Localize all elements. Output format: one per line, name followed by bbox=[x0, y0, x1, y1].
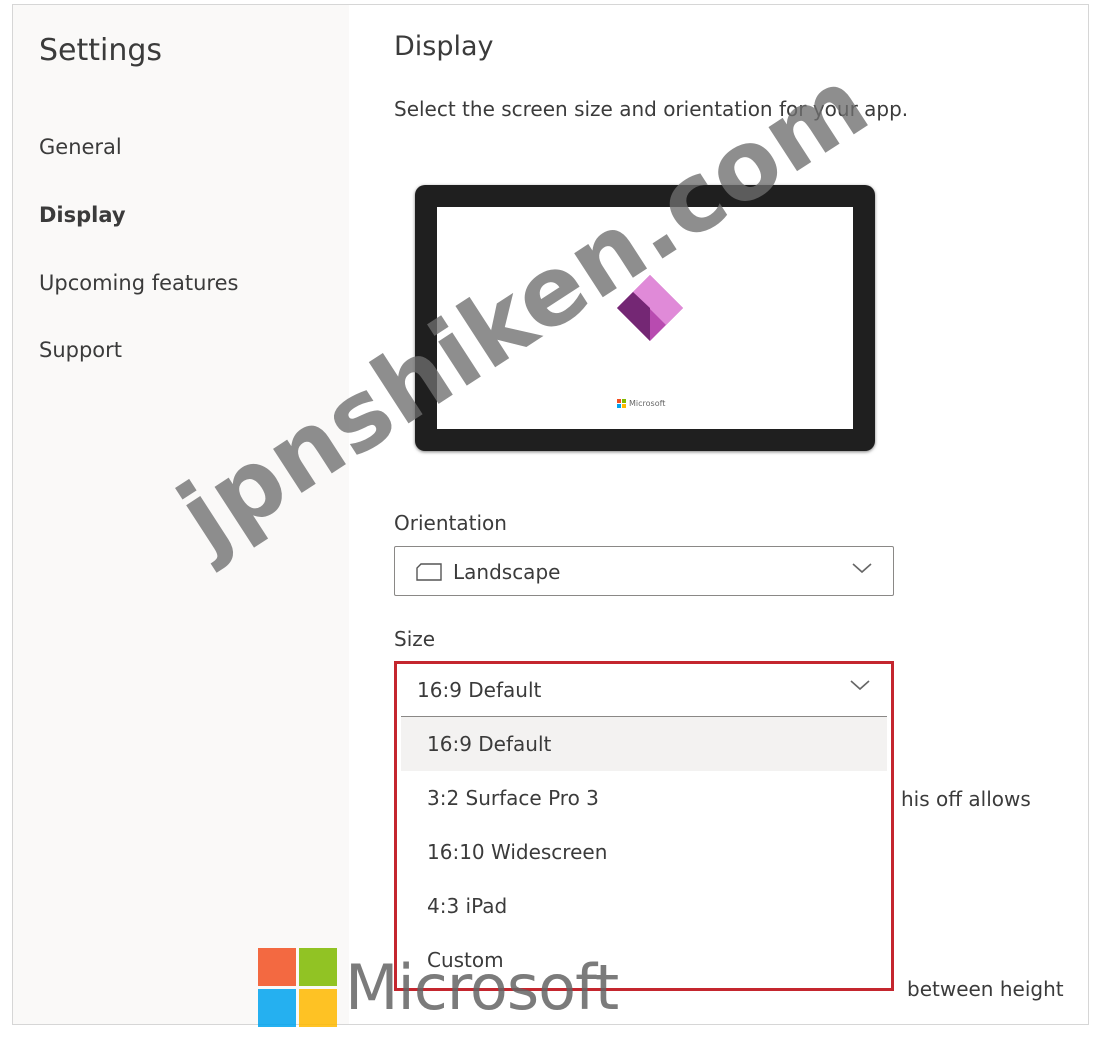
size-option-16-10-widescreen[interactable]: 16:10 Widescreen bbox=[401, 825, 887, 879]
microsoft-logo: Microsoft bbox=[258, 948, 619, 1027]
page-title: Display bbox=[394, 31, 494, 62]
chevron-down-icon bbox=[850, 680, 870, 691]
microsoft-logo-text: Microsoft bbox=[345, 951, 619, 1024]
microsoft-logo-icon bbox=[258, 948, 337, 1027]
size-value: 16:9 Default bbox=[417, 678, 542, 702]
size-option-16-9-default[interactable]: 16:9 Default bbox=[401, 717, 887, 771]
microsoft-mini-icon bbox=[617, 399, 626, 408]
hidden-footer-fragment: between height bbox=[907, 977, 1064, 1001]
size-option-3-2-surface-pro-3[interactable]: 3:2 Surface Pro 3 bbox=[401, 771, 887, 825]
orientation-value: Landscape bbox=[453, 560, 561, 584]
sidebar-item-general[interactable]: General bbox=[39, 135, 122, 159]
sidebar-item-display[interactable]: Display bbox=[39, 203, 126, 227]
preview-brand: Microsoft bbox=[617, 399, 665, 408]
preview-brand-text: Microsoft bbox=[629, 399, 666, 408]
size-dropdown-highlight: 16:9 Default 16:9 Default 3:2 Surface Pr… bbox=[394, 661, 894, 991]
landscape-icon bbox=[416, 563, 442, 581]
size-dropdown[interactable]: 16:9 Default bbox=[401, 664, 887, 717]
size-label: Size bbox=[394, 627, 436, 651]
chevron-down-icon bbox=[852, 563, 872, 574]
orientation-label: Orientation bbox=[394, 511, 507, 535]
sidebar-item-upcoming-features[interactable]: Upcoming features bbox=[39, 271, 238, 295]
settings-window: Settings General Display Upcoming featur… bbox=[12, 4, 1089, 1025]
size-option-4-3-ipad[interactable]: 4:3 iPad bbox=[401, 879, 887, 933]
hidden-description-fragment: his off allows bbox=[901, 787, 1031, 811]
orientation-dropdown[interactable]: Landscape bbox=[394, 546, 894, 596]
sidebar-item-support[interactable]: Support bbox=[39, 338, 122, 362]
sidebar-title: Settings bbox=[39, 33, 163, 68]
size-options-list: 16:9 Default 3:2 Surface Pro 3 16:10 Wid… bbox=[401, 717, 887, 987]
